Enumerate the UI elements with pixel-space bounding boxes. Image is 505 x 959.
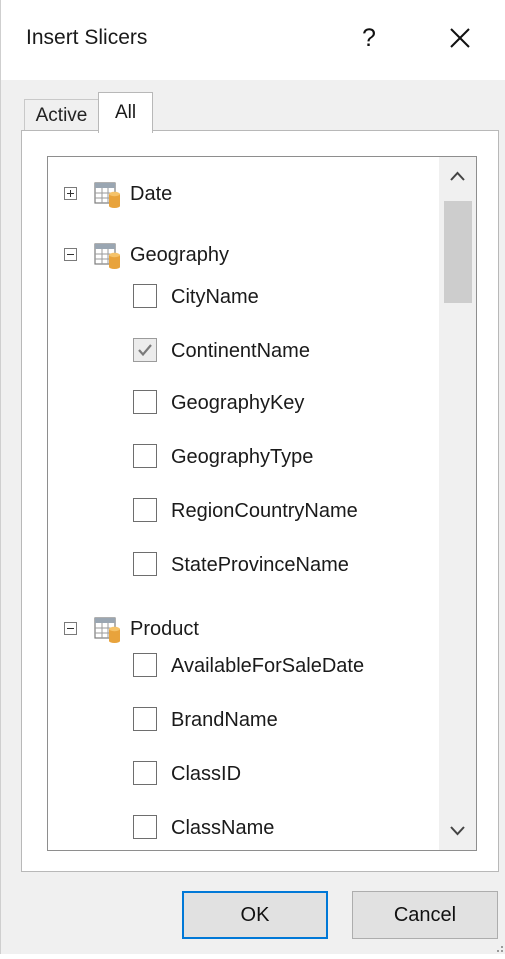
close-button[interactable] [440,18,480,58]
field-classid[interactable]: ClassID [133,758,423,792]
scroll-thumb[interactable] [444,201,472,303]
ok-button[interactable]: OK [182,891,328,939]
table-name: Date [130,183,173,205]
field-checkbox[interactable] [133,444,157,468]
tab-all[interactable]: All [98,92,153,133]
resize-grip[interactable] [491,940,505,954]
field-checkbox[interactable] [133,815,157,839]
field-label: ClassName [171,817,275,839]
table-icon [94,617,120,643]
resize-grip-icon [497,946,503,952]
title-bar: Insert Slicers ? [1,0,505,80]
field-checkbox[interactable] [133,390,157,414]
help-button[interactable]: ? [353,18,385,58]
chevron-down-icon [450,826,465,836]
field-label: ContinentName [171,340,310,362]
field-checkbox[interactable] [133,761,157,785]
field-cityname[interactable]: CityName [133,281,423,315]
field-brandname[interactable]: BrandName [133,704,423,738]
scroll-down-button[interactable] [439,812,476,848]
scroll-up-button[interactable] [439,159,476,195]
field-checkbox[interactable] [133,707,157,731]
collapse-icon[interactable] [64,248,77,261]
field-label: GeographyType [171,446,314,468]
expand-icon[interactable] [64,187,77,200]
tree-node-geography[interactable]: Geography [64,238,424,272]
table-icon [94,243,120,269]
field-label: GeographyKey [171,392,305,414]
field-label: CityName [171,286,259,308]
field-checkbox[interactable] [133,653,157,677]
field-label: BrandName [171,709,278,731]
dialog-title: Insert Slicers [26,26,148,49]
field-tree: Date Geography CityName ContinentName Geogra… [47,156,477,851]
field-regioncountryname[interactable]: RegionCountryName [133,495,423,529]
tree-node-product[interactable]: Product [64,612,424,646]
checkmark-icon [138,344,152,357]
field-checkbox[interactable] [133,284,157,308]
field-classname[interactable]: ClassName [133,812,423,846]
tab-active[interactable]: Active [24,99,99,131]
insert-slicers-dialog: Insert Slicers ? Active All Date Geograph… [0,0,505,954]
field-label: RegionCountryName [171,500,358,522]
field-label: StateProvinceName [171,554,349,576]
table-name: Geography [130,244,229,266]
field-geographykey[interactable]: GeographyKey [133,387,423,421]
chevron-up-icon [450,171,465,181]
vertical-scrollbar[interactable] [439,157,476,850]
table-name: Product [130,618,199,640]
field-stateprovincename[interactable]: StateProvinceName [133,549,423,583]
close-icon [450,28,470,48]
field-checkbox[interactable] [133,552,157,576]
field-availableforsaledate[interactable]: AvailableForSaleDate [133,650,423,684]
field-continentname[interactable]: ContinentName [133,335,423,369]
field-label: AvailableForSaleDate [171,655,365,677]
field-checkbox[interactable] [133,338,157,362]
field-geographytype[interactable]: GeographyType [133,441,423,475]
table-icon [94,182,120,208]
collapse-icon[interactable] [64,622,77,635]
cancel-button[interactable]: Cancel [352,891,498,939]
field-label: ClassID [171,763,242,785]
field-checkbox[interactable] [133,498,157,522]
tree-node-date[interactable]: Date [64,177,424,211]
